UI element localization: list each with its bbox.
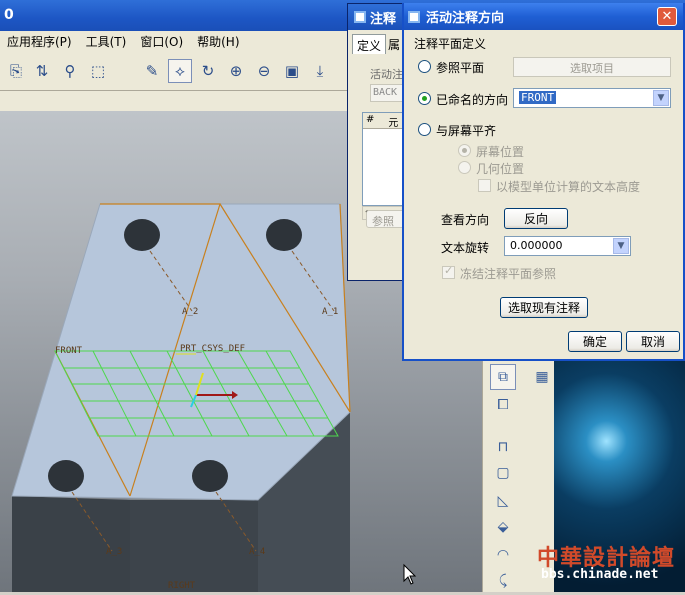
menu-bar: 应用程序(P) 工具(T) 窗口(O) 帮助(H)	[0, 31, 350, 51]
datum-point-icon[interactable]: ⟡	[168, 59, 192, 83]
background-note-dialog: 注释 定义 属 活动注 BACK # 元 ‹ 参照	[347, 3, 412, 281]
named-orientation-radio[interactable]	[418, 92, 431, 105]
orient-icon[interactable]: ⤓	[308, 59, 332, 83]
background-dialog-title: 注释	[370, 11, 397, 27]
draft-icon[interactable]: ◺	[490, 488, 516, 514]
dialog-title-bar: 活动注释方向	[404, 3, 683, 30]
axis-a4-label: A_4	[249, 547, 265, 557]
screen-position-radio[interactable]	[458, 144, 471, 157]
background-dialog-title-bar: 注释	[348, 4, 406, 30]
dialog-title: 活动注释方向	[426, 11, 505, 26]
axis-a3-label: A_3	[106, 547, 122, 557]
sweep-icon[interactable]: ⤹	[490, 568, 516, 594]
zoom-in-icon[interactable]: ⊕	[224, 59, 248, 83]
extrude-icon[interactable]: ⬙	[490, 514, 516, 540]
reference-plane-label: 参照平面	[436, 61, 485, 75]
menu-item-applications[interactable]: 应用程序(P)	[0, 33, 79, 50]
datum-plane-icon[interactable]: ⊓	[490, 434, 516, 460]
reference-plane-radio[interactable]	[418, 60, 431, 73]
model-units-text-height-checkbox[interactable]	[478, 179, 491, 192]
annotation-orientation-dialog: 活动注释方向 ✕ 注释平面定义 参照平面 选取项目 已命名的方向 FRONT ▼…	[402, 3, 685, 361]
screen-position-label: 屏幕位置	[476, 145, 525, 159]
status-strip	[0, 91, 350, 111]
mouse-cursor-icon	[403, 563, 417, 585]
flat-to-screen-radio[interactable]	[418, 123, 431, 136]
tab-definition[interactable]: 定义	[352, 34, 386, 54]
select-box-icon[interactable]: ⬚	[86, 59, 110, 83]
cancel-button[interactable]: 取消	[626, 331, 680, 352]
paste-icon[interactable]: ⎘	[4, 59, 28, 83]
select-existing-note-button[interactable]: 选取现有注释	[500, 297, 588, 318]
sketch-icon[interactable]: ✎	[140, 59, 164, 83]
text-rotation-label: 文本旋转	[441, 241, 490, 255]
flip-direction-button[interactable]: 反向	[504, 208, 568, 229]
watermark-url: bbs.chinade.net	[541, 567, 659, 582]
model-units-text-height-label: 以模型单位计算的文本高度	[496, 180, 641, 194]
grid-icon[interactable]: ▦	[529, 364, 555, 390]
text-rotation-value: 0.000000	[510, 239, 563, 252]
geometry-position-radio[interactable]	[458, 161, 471, 174]
axis-a2-label: A_2	[182, 307, 198, 317]
front-plane-label: FRONT	[55, 346, 83, 356]
window-icon	[354, 11, 366, 23]
app-title: 0	[4, 7, 14, 23]
menu-item-window[interactable]: 窗口(O)	[133, 33, 190, 50]
menu-item-help[interactable]: 帮助(H)	[190, 33, 246, 50]
text-rotation-select[interactable]: 0.000000 ▼	[504, 236, 631, 256]
surface-icon[interactable]: ▢	[490, 460, 516, 486]
flat-to-screen-label: 与屏幕平齐	[436, 124, 497, 138]
find-icon[interactable]: ⚲	[58, 59, 82, 83]
refit-icon[interactable]: ▣	[280, 59, 304, 83]
select-item-field[interactable]: 选取项目	[513, 57, 671, 77]
zoom-out-icon[interactable]: ⊖	[252, 59, 276, 83]
freeze-reference-label: 冻结注释平面参照	[460, 267, 557, 281]
annotation-plane-icon[interactable]: ⧉	[490, 364, 516, 390]
column-other: 元	[388, 118, 399, 129]
spin-icon[interactable]: ↻	[196, 59, 220, 83]
chevron-down-icon[interactable]: ▼	[653, 90, 669, 106]
freeze-reference-checkbox[interactable]	[442, 264, 455, 279]
named-orientation-value: FRONT	[519, 91, 557, 104]
window-icon	[408, 10, 420, 23]
axis-a1-label: A_1	[322, 307, 338, 317]
named-orientation-label: 已命名的方向	[436, 93, 509, 107]
revolve-icon[interactable]: ◠	[490, 542, 516, 568]
csys-label: PRT_CSYS_DEF	[180, 344, 245, 354]
view-direction-label: 查看方向	[441, 213, 490, 227]
geometry-position-label: 几何位置	[476, 162, 525, 176]
menu-item-tools[interactable]: 工具(T)	[79, 33, 134, 50]
active-plane-group-label: 活动注	[370, 68, 403, 81]
regenerate-icon[interactable]: ⇅	[30, 59, 54, 83]
tab-properties[interactable]: 属	[388, 36, 400, 53]
note-icon[interactable]: ⧠	[490, 392, 516, 418]
right-plane-label: RIGHT	[168, 581, 196, 591]
ok-button[interactable]: 确定	[568, 331, 622, 352]
named-orientation-select[interactable]: FRONT ▼	[513, 88, 671, 108]
close-icon[interactable]: ✕	[657, 7, 677, 26]
section-label: 注释平面定义	[414, 37, 487, 51]
column-hash: #	[366, 114, 375, 125]
toolbar: ⎘ ⇅ ⚲ ⬚ ✎ ⟡ ↻ ⊕ ⊖ ▣ ⤓	[0, 51, 350, 91]
chevron-down-icon[interactable]: ▼	[613, 238, 629, 254]
